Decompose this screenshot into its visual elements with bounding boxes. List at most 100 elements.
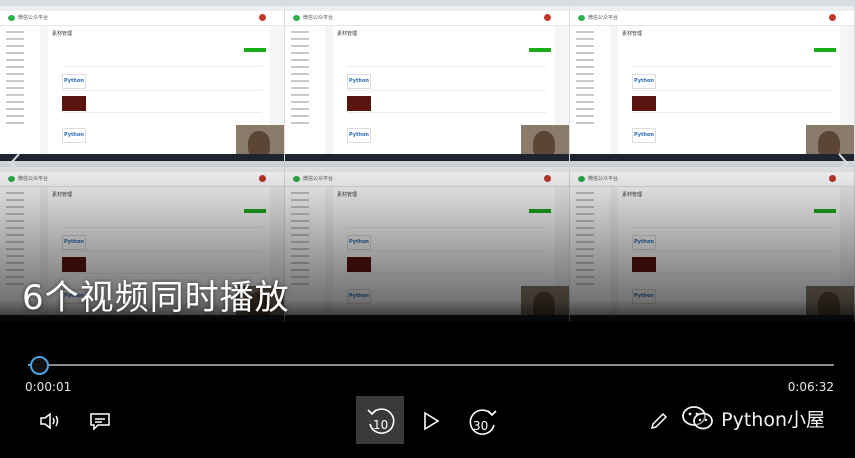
avatar: [259, 14, 266, 21]
table-row: [62, 251, 262, 252]
table-row: [632, 90, 832, 91]
article-thumbnail: [347, 257, 371, 272]
sidebar: [285, 26, 325, 161]
skip-forward-label: 30: [473, 419, 489, 433]
section-title: 素材管理: [52, 31, 73, 37]
wechat-logo-icon: [293, 176, 300, 182]
article-thumbnail: Python: [632, 128, 656, 143]
article-thumbnail: [62, 96, 86, 111]
table-row: [347, 112, 547, 113]
edit-button[interactable]: [646, 408, 672, 434]
app-header: 微信公众平台: [570, 11, 854, 26]
avatar: [544, 175, 551, 182]
wechat-logo-icon: [578, 176, 585, 182]
avatar: [829, 175, 836, 182]
watermark-text: Python小屋: [721, 408, 825, 431]
article-thumbnail: [632, 96, 656, 111]
new-material-button: [244, 209, 266, 213]
skip-back-button[interactable]: 10: [356, 396, 404, 444]
wechat-logo-icon: [578, 15, 585, 21]
table-row: [347, 66, 547, 67]
table-row: [347, 251, 547, 252]
section-title: 素材管理: [337, 31, 358, 37]
table-row: [632, 112, 832, 113]
article-thumbnail: Python: [347, 128, 371, 143]
total-time: 0:06:32: [787, 380, 834, 394]
app-header: 微信公众平台: [0, 172, 284, 187]
app-header: 微信公众平台: [570, 172, 854, 187]
table-row: [632, 66, 832, 67]
section-title: 素材管理: [337, 192, 358, 198]
avatar: [544, 14, 551, 21]
wechat-logo-icon: [8, 176, 15, 182]
subtitles-icon: [90, 413, 110, 431]
article-thumbnail: [347, 96, 371, 111]
volume-button[interactable]: [36, 408, 64, 434]
new-material-button: [529, 209, 551, 213]
watermark: Python小屋: [681, 404, 825, 432]
avatar: [259, 175, 266, 182]
article-thumbnail: Python: [62, 74, 86, 89]
skip-forward-button[interactable]: 30: [462, 398, 508, 444]
video-tile-6: 微信公众平台 素材管理 Python Python: [570, 161, 855, 322]
section-title: 素材管理: [622, 31, 643, 37]
sidebar: [0, 26, 40, 161]
new-material-button: [244, 48, 266, 52]
sidebar: [570, 187, 610, 322]
table-row: [347, 227, 547, 228]
table-row: [347, 273, 547, 274]
sidebar: [285, 187, 325, 322]
article-thumbnail: Python: [62, 235, 86, 250]
article-thumbnail: Python: [62, 128, 86, 143]
play-button[interactable]: [418, 408, 444, 434]
chevron-left-icon[interactable]: [8, 152, 24, 173]
table-row: [632, 251, 832, 252]
subtitles-button[interactable]: [86, 408, 114, 434]
wechat-logo-icon: [293, 15, 300, 21]
current-time: 0:00:01: [25, 380, 72, 394]
article-thumbnail: Python: [632, 74, 656, 89]
wechat-logo-icon: [681, 404, 715, 432]
video-caption: 6个视频同时播放: [22, 278, 290, 318]
app-header: 微信公众平台: [285, 11, 569, 26]
windows-taskbar: [0, 154, 284, 161]
sidebar: [570, 26, 610, 161]
avatar: [829, 14, 836, 21]
windows-taskbar: [285, 315, 569, 322]
video-tile-1: 微信公众平台 素材管理 Python Python: [0, 0, 285, 161]
new-material-button: [814, 209, 836, 213]
app-title: 微信公众平台: [588, 15, 619, 21]
volume-icon: [40, 412, 59, 430]
table-row: [632, 273, 832, 274]
app-title: 微信公众平台: [588, 176, 619, 182]
new-material-button: [814, 48, 836, 52]
app-header: 微信公众平台: [285, 172, 569, 187]
article-thumbnail: Python: [632, 289, 656, 304]
table-row: [632, 227, 832, 228]
pencil-icon: [650, 412, 668, 430]
article-thumbnail: Python: [347, 289, 371, 304]
table-row: [62, 112, 262, 113]
table-row: [62, 66, 262, 67]
skip-back-label: 10: [373, 418, 389, 432]
video-tile-3: 微信公众平台 素材管理 Python Python: [570, 0, 855, 161]
play-icon: [424, 411, 440, 431]
seek-handle[interactable]: [30, 356, 50, 375]
seek-bar[interactable]: [28, 364, 834, 366]
chevron-right-icon[interactable]: [836, 152, 852, 173]
article-thumbnail: Python: [347, 74, 371, 89]
new-material-button: [529, 48, 551, 52]
windows-taskbar: [285, 154, 569, 161]
windows-taskbar: [570, 154, 854, 161]
app-title: 微信公众平台: [303, 176, 334, 182]
section-title: 素材管理: [622, 192, 643, 198]
app-header: 微信公众平台: [0, 11, 284, 26]
table-row: [347, 90, 547, 91]
app-title: 微信公众平台: [18, 15, 49, 21]
video-tile-5: 微信公众平台 素材管理 Python Python: [285, 161, 570, 322]
table-row: [62, 90, 262, 91]
section-title: 素材管理: [52, 192, 73, 198]
article-thumbnail: Python: [632, 235, 656, 250]
wechat-logo-icon: [8, 15, 15, 21]
app-title: 微信公众平台: [18, 176, 49, 182]
